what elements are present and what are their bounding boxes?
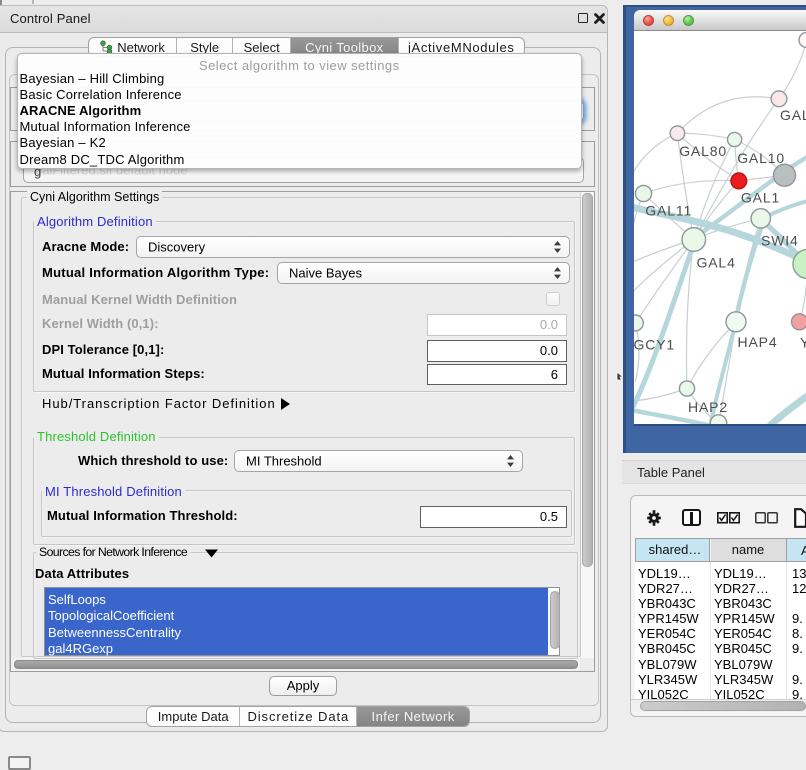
- svg-text:GCY1: GCY1: [634, 337, 675, 353]
- svg-text:GAL80: GAL80: [679, 143, 727, 159]
- svg-text:GAL10: GAL10: [737, 150, 785, 166]
- svg-text:GAL11: GAL11: [645, 203, 692, 219]
- svg-text:HAP4: HAP4: [737, 334, 777, 350]
- svg-text:GAL1: GAL1: [740, 190, 779, 206]
- svg-text:SWI4: SWI4: [761, 233, 799, 249]
- svg-text:GAL7: GAL7: [780, 107, 806, 123]
- svg-text:Y: Y: [800, 335, 806, 351]
- svg-text:GAL4: GAL4: [696, 255, 735, 271]
- svg-text:HAP2: HAP2: [688, 399, 728, 415]
